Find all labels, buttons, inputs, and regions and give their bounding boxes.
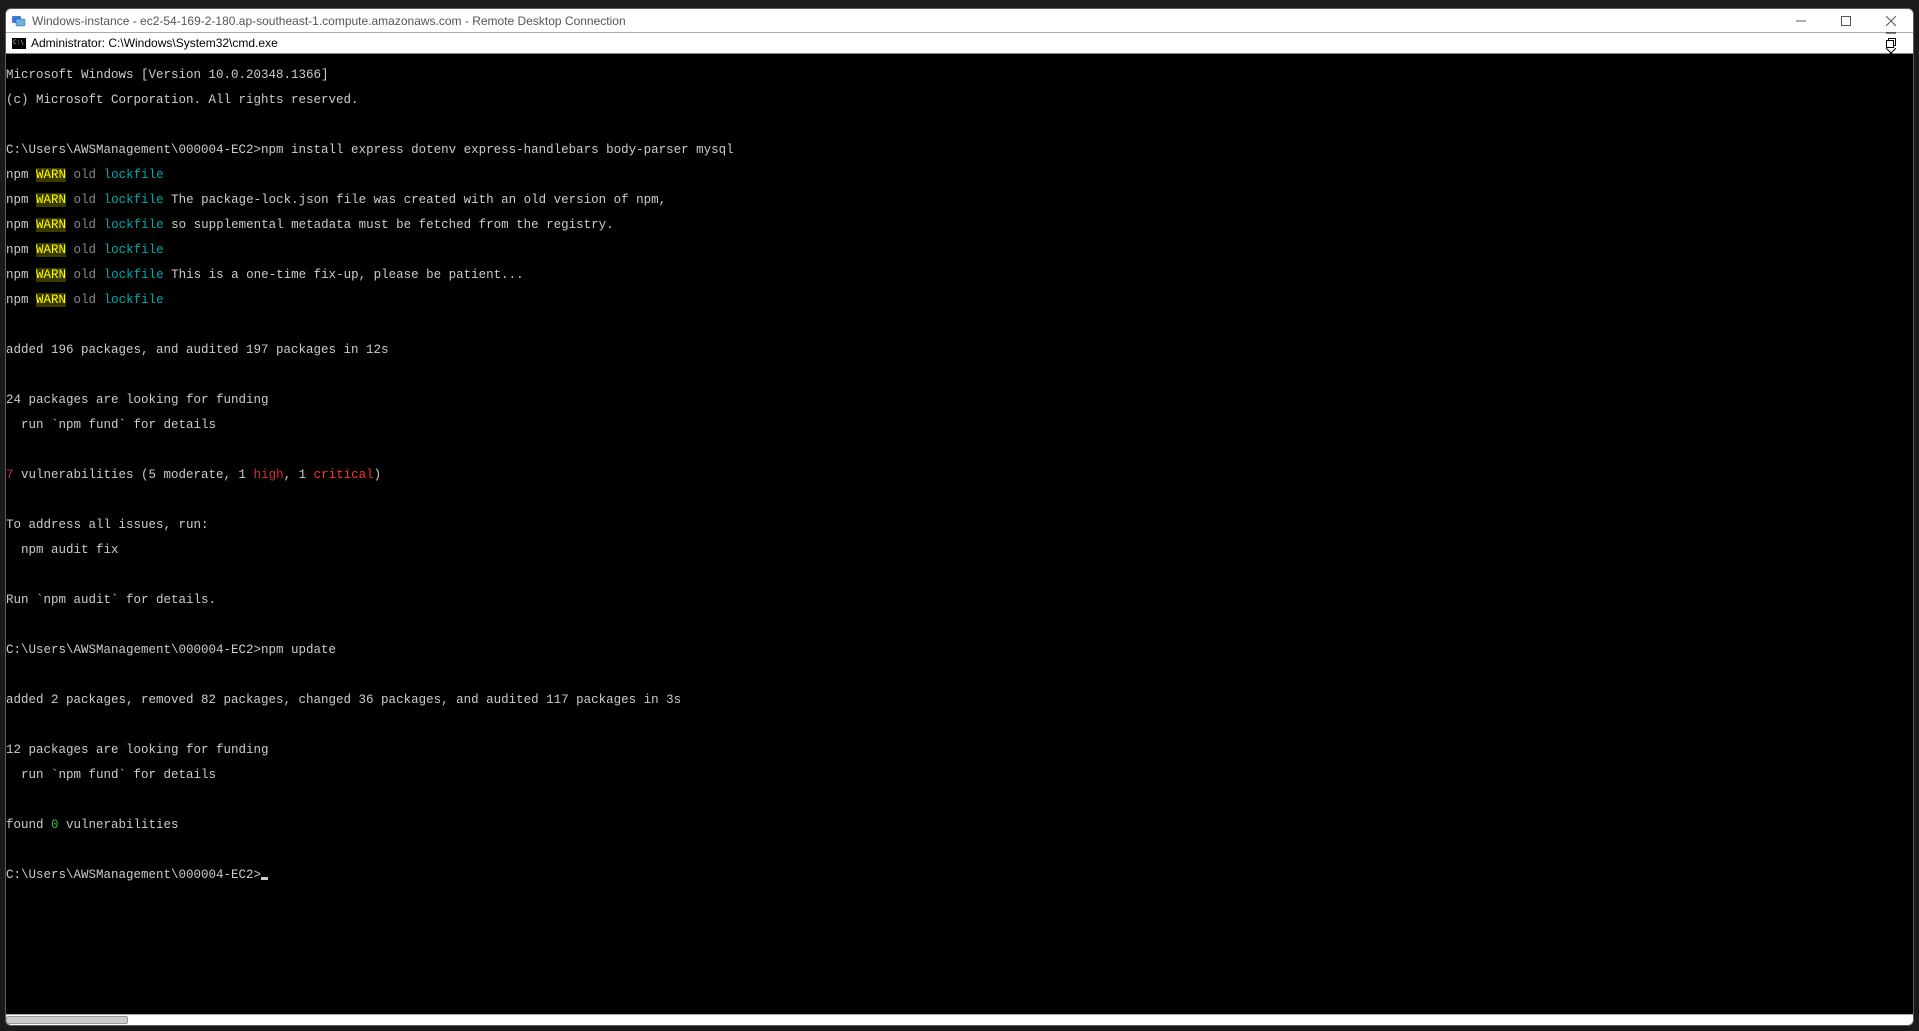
rdp-titlebar[interactable]: Windows-instance - ec2-54-169-2-180.ap-s… (6, 9, 1913, 32)
scrollbar-thumb[interactable] (6, 1016, 128, 1024)
severity-high: high (254, 468, 284, 482)
terminal-line (6, 569, 1913, 582)
cmd-minimize-button[interactable] (1868, 28, 1913, 38)
prompt: C:\Users\AWSManagement\000004-EC2> (6, 868, 261, 882)
vuln-zero: 0 (51, 818, 59, 832)
npm-warn-tag: WARN (36, 218, 66, 232)
vuln-count: 7 (6, 468, 14, 482)
terminal-line: To address all issues, run: (6, 519, 1913, 532)
npm-warn-tag: WARN (36, 193, 66, 207)
typed-command: npm update (261, 643, 336, 657)
terminal-line: 7 vulnerabilities (5 moderate, 1 high, 1… (6, 469, 1913, 482)
cmd-icon: C:\ (12, 38, 26, 49)
terminal-line: Run `npm audit` for details. (6, 594, 1913, 607)
severity-critical: critical (314, 468, 374, 482)
terminal-line: npm WARN old lockfile (6, 244, 1913, 257)
terminal-output[interactable]: Microsoft Windows [Version 10.0.20348.13… (6, 54, 1913, 1014)
cmd-restore-button[interactable] (1868, 38, 1913, 48)
cmd-window: C:\ Administrator: C:\Windows\System32\c… (6, 32, 1913, 1025)
minimize-icon (1796, 16, 1806, 26)
maximize-icon (1841, 16, 1851, 26)
terminal-line: found 0 vulnerabilities (6, 819, 1913, 832)
terminal-line: npm WARN old lockfile This is a one-time… (6, 269, 1913, 282)
npm-warn-tag: WARN (36, 168, 66, 182)
terminal-line: npm WARN old lockfile (6, 169, 1913, 182)
prompt: C:\Users\AWSManagement\000004-EC2> (6, 143, 261, 157)
minimize-icon (1886, 28, 1896, 38)
terminal-line: added 2 packages, removed 82 packages, c… (6, 694, 1913, 707)
terminal-line: 24 packages are looking for funding (6, 394, 1913, 407)
restore-icon (1886, 38, 1896, 48)
npm-warn-tag: WARN (36, 243, 66, 257)
rdp-title-text: Windows-instance - ec2-54-169-2-180.ap-s… (32, 14, 1778, 28)
npm-warn-tag: WARN (36, 293, 66, 307)
cmd-titlebar[interactable]: C:\ Administrator: C:\Windows\System32\c… (6, 33, 1913, 54)
terminal-line: added 196 packages, and audited 197 pack… (6, 344, 1913, 357)
terminal-line (6, 119, 1913, 132)
terminal-line (6, 494, 1913, 507)
terminal-line: 12 packages are looking for funding (6, 744, 1913, 757)
terminal-line: (c) Microsoft Corporation. All rights re… (6, 94, 1913, 107)
terminal-line (6, 669, 1913, 682)
terminal-line (6, 794, 1913, 807)
terminal-line: C:\Users\AWSManagement\000004-EC2> (6, 869, 1913, 882)
rdp-icon (12, 14, 26, 28)
terminal-line: run `npm fund` for details (6, 419, 1913, 432)
terminal-line: npm audit fix (6, 544, 1913, 557)
terminal-line: C:\Users\AWSManagement\000004-EC2>npm up… (6, 644, 1913, 657)
terminal-line (6, 369, 1913, 382)
typed-command: npm install express dotenv express-handl… (261, 143, 734, 157)
terminal-line (6, 319, 1913, 332)
npm-warn-tag: WARN (36, 268, 66, 282)
terminal-line: npm WARN old lockfile The package-lock.j… (6, 194, 1913, 207)
maximize-button[interactable] (1823, 9, 1868, 32)
minimize-button[interactable] (1778, 9, 1823, 32)
prompt: C:\Users\AWSManagement\000004-EC2> (6, 643, 261, 657)
terminal-line (6, 844, 1913, 857)
terminal-line: npm WARN old lockfile (6, 294, 1913, 307)
terminal-line (6, 444, 1913, 457)
terminal-line (6, 619, 1913, 632)
terminal-line: run `npm fund` for details (6, 769, 1913, 782)
horizontal-scrollbar[interactable] (6, 1014, 1913, 1025)
cursor (261, 877, 268, 880)
terminal-line: Microsoft Windows [Version 10.0.20348.13… (6, 69, 1913, 82)
terminal-line (6, 719, 1913, 732)
terminal-line: C:\Users\AWSManagement\000004-EC2>npm in… (6, 144, 1913, 157)
cmd-title-text: Administrator: C:\Windows\System32\cmd.e… (31, 36, 1868, 50)
close-icon (1886, 16, 1896, 26)
terminal-line: npm WARN old lockfile so supplemental me… (6, 219, 1913, 232)
rdp-window: Windows-instance - ec2-54-169-2-180.ap-s… (5, 8, 1914, 1026)
